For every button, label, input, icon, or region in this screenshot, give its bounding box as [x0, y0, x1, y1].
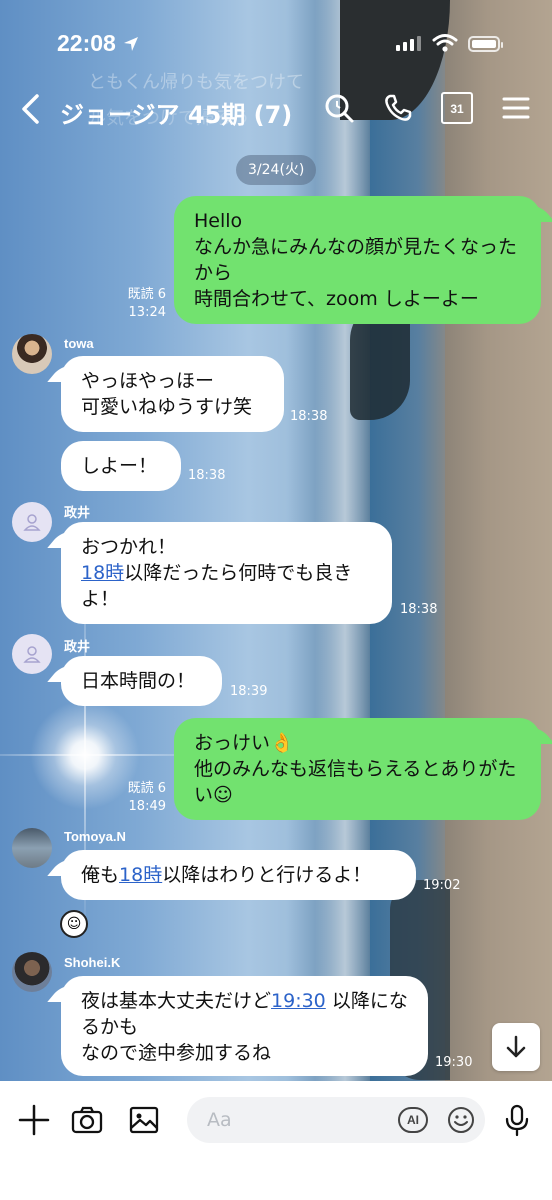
reaction-sticker[interactable]: ☺ [60, 910, 88, 938]
date-separator: 3/24(火) [236, 155, 317, 185]
beach-sand [445, 0, 552, 1100]
my-message-bubble[interactable]: Hello なんか急にみんなの顔が見たくなったから 時間合わせて、zoom しよ… [174, 196, 541, 324]
message-time: 18:38 [400, 602, 438, 617]
avatar-shohei[interactable] [12, 952, 52, 992]
back-chevron-icon[interactable] [18, 92, 44, 126]
message-time: 18:39 [230, 684, 268, 699]
message-text: 俺も [81, 864, 120, 886]
default-user-icon [23, 514, 41, 531]
avatar-towa[interactable] [12, 334, 52, 374]
their-message-bubble[interactable]: 夜は基本大丈夫だけど19:30 以降になるかも なので途中参加するね [61, 976, 428, 1076]
cellular-signal-icon [396, 36, 421, 51]
message-time: 18:38 [290, 409, 328, 424]
chat-title: ジョージア 45期 (7) [60, 101, 293, 129]
message-time: 19:02 [423, 878, 461, 893]
message-input[interactable] [187, 1097, 485, 1143]
search-icon[interactable] [323, 92, 355, 124]
message-meta: 既読 6 13:24 [108, 286, 166, 322]
message-time: 18:49 [128, 799, 166, 814]
default-user-icon [23, 646, 41, 663]
status-bar: 22:08 [0, 0, 552, 80]
sender-name: Tomoya.N [64, 829, 126, 844]
their-message-bubble[interactable]: やっほやっほー 可愛いねゆうすけ笑 [61, 356, 284, 432]
message-text: 以降はわりと行けるよ！ [162, 864, 372, 886]
sender-name: towa [64, 336, 94, 351]
avatar-tomoya[interactable] [12, 828, 52, 868]
their-message-bubble[interactable]: 俺も18時以降はわりと行けるよ！ [61, 850, 416, 900]
read-receipt: 既読 6 [127, 781, 166, 796]
menu-icon[interactable] [500, 92, 532, 124]
emoji-icon[interactable] [446, 1105, 476, 1135]
calendar-icon[interactable]: 31 [441, 92, 473, 124]
message-time: 18:38 [188, 468, 226, 483]
ai-button[interactable]: AI [398, 1107, 428, 1133]
avatar-masai[interactable] [12, 502, 52, 542]
location-arrow-icon [123, 36, 138, 51]
sender-name: 政井 [64, 505, 91, 520]
avatar-masai[interactable] [12, 634, 52, 674]
status-time: 22:08 [57, 30, 140, 57]
wifi-icon [432, 34, 458, 52]
battery-icon [468, 36, 503, 52]
calendar-day: 31 [450, 102, 464, 116]
phone-icon[interactable] [382, 92, 414, 124]
their-message-bubble[interactable]: おつかれ！ 18時以降だったら何時でも良きよ！ [61, 522, 392, 624]
ai-label: AI [407, 1113, 419, 1127]
chat-header: ジョージア 45期 (7) 31 [0, 80, 552, 138]
message-text: 夜は基本大丈夫だけど [81, 990, 272, 1012]
read-receipt: 既読 6 [127, 287, 166, 302]
message-time: 13:24 [128, 305, 166, 320]
camera-icon[interactable] [70, 1103, 104, 1137]
sender-name: 政井 [64, 639, 91, 654]
my-message-bubble[interactable]: おっけい👌 他のみんなも返信もらえるとありがたい☺ [174, 718, 541, 820]
microphone-icon[interactable] [503, 1103, 531, 1137]
sender-name: Shohei.K [64, 955, 121, 970]
time-link[interactable]: 19:30 [271, 990, 326, 1012]
image-icon[interactable] [127, 1103, 161, 1137]
their-message-bubble[interactable]: しよー！ [61, 441, 181, 491]
time-link[interactable]: 18時 [119, 864, 162, 886]
message-time: 19:30 [435, 1055, 473, 1070]
plus-icon[interactable] [17, 1103, 51, 1137]
arrow-down-icon [506, 1035, 526, 1058]
scroll-to-bottom-button[interactable] [492, 1023, 540, 1071]
message-input-bar: AI [0, 1081, 552, 1200]
their-message-bubble[interactable]: 日本時間の！ [61, 656, 222, 706]
message-text: おつかれ！ [81, 536, 177, 558]
time-link[interactable]: 18時 [81, 562, 124, 584]
message-meta: 既読 6 18:49 [108, 780, 166, 816]
clock: 22:08 [57, 30, 116, 56]
